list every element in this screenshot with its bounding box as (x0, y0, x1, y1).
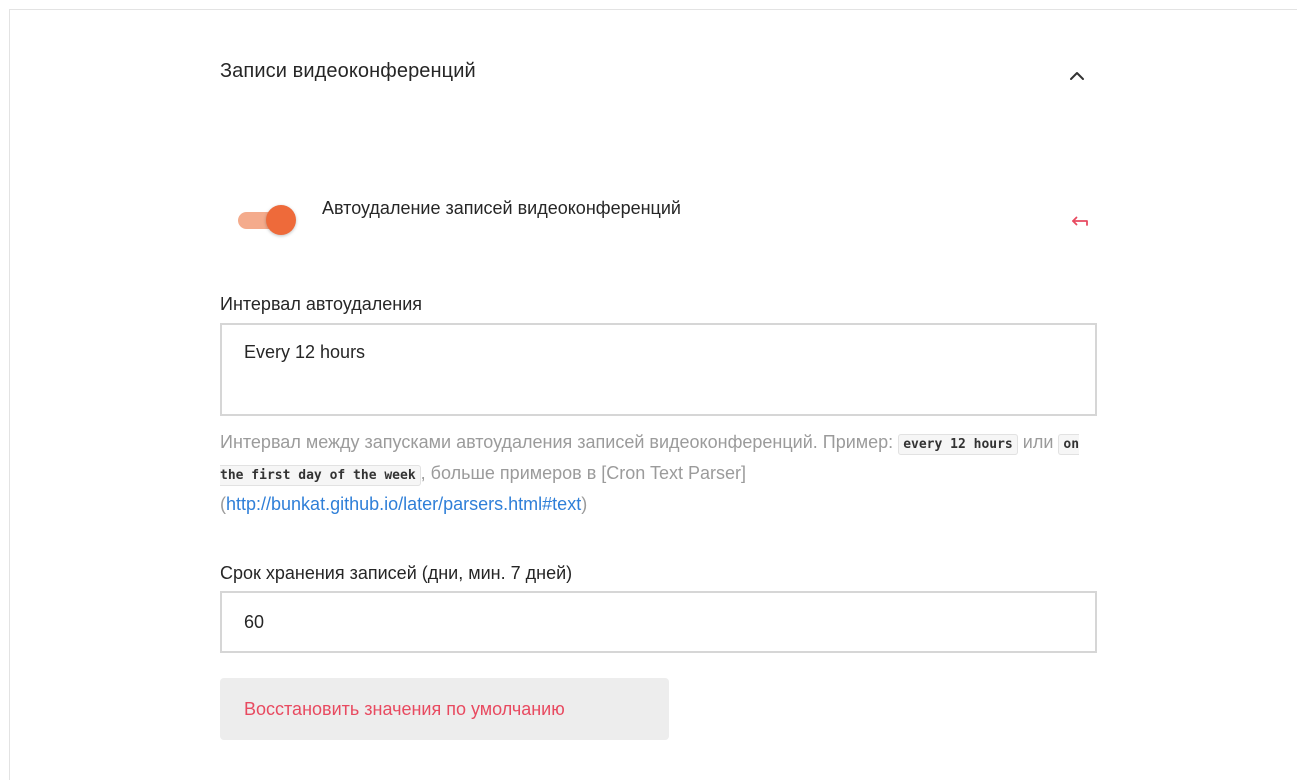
restore-defaults-button[interactable]: Восстановить значения по умолчанию (220, 678, 669, 740)
undo-arrow-icon (1072, 216, 1088, 226)
interval-input[interactable]: Every 12 hours (220, 323, 1097, 416)
hint-text: или (1017, 432, 1059, 452)
collapse-section-button[interactable] (1063, 62, 1091, 90)
retention-label: Срок хранения записей (дни, мин. 7 дней) (220, 563, 573, 583)
hint-text: ) (581, 494, 588, 514)
reset-to-default-button[interactable] (1068, 210, 1090, 232)
interval-label: Интервал автоудаления (220, 294, 423, 314)
chevron-up-icon (1070, 72, 1084, 80)
retention-days-input[interactable]: 60 (220, 591, 1097, 653)
auto-delete-toggle[interactable] (238, 205, 298, 235)
section-title: Записи видеоконференций (220, 60, 476, 82)
cron-parser-link[interactable]: http://bunkat.github.io/later/parsers.ht… (226, 494, 581, 514)
interval-hint: Интервал между запусками автоудаления за… (220, 428, 1080, 518)
hint-code-example: every 12 hours (898, 434, 1018, 455)
toggle-knob (266, 205, 296, 235)
auto-delete-toggle-label: Автоудаление записей видеоконференций (322, 198, 681, 218)
hint-text: Интервал между запусками автоудаления за… (220, 432, 899, 452)
